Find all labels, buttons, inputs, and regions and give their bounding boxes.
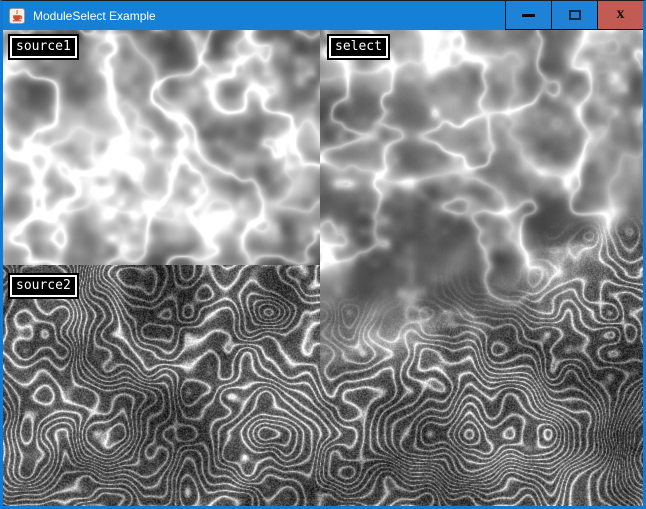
maximize-icon: [569, 10, 581, 20]
source2-label: source2: [10, 275, 77, 297]
window-title: ModuleSelect Example: [33, 9, 156, 23]
close-icon: x: [617, 6, 625, 22]
source1-image: [3, 30, 320, 265]
source2-image: [3, 265, 320, 506]
app-window: ModuleSelect Example x source1 select so…: [0, 0, 646, 509]
minimize-icon: [522, 14, 535, 17]
select-label: select: [329, 36, 388, 58]
window-controls: x: [505, 1, 643, 30]
minimize-button[interactable]: [505, 1, 551, 30]
source1-label: source1: [10, 36, 77, 58]
java-app-icon: [9, 8, 25, 24]
maximize-button[interactable]: [551, 1, 597, 30]
client-area: source1 select source2: [3, 30, 643, 506]
close-button[interactable]: x: [597, 1, 643, 30]
titlebar[interactable]: ModuleSelect Example x: [3, 1, 643, 30]
